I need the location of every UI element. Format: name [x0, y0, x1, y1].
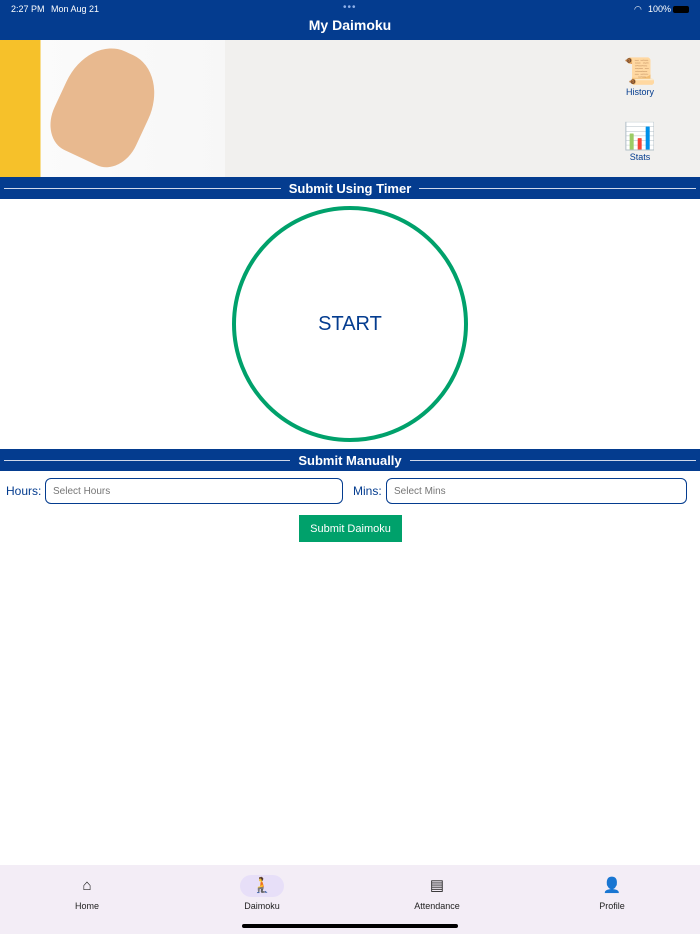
status-date: Mon Aug 21: [51, 4, 100, 14]
manual-section-title: Submit Manually: [298, 452, 402, 468]
history-scroll-icon: 📜: [623, 56, 657, 86]
home-indicator: [242, 924, 458, 928]
top-bar: 2:27 PM Mon Aug 21 ••• ◠ 100% My Daimoku: [0, 0, 700, 40]
person-icon: 👤: [602, 877, 622, 894]
nav-label: Home: [74, 901, 99, 911]
nav-label: Daimoku: [244, 901, 280, 911]
nav-label: Attendance: [414, 901, 460, 911]
timer-section-header: Submit Using Timer: [0, 177, 700, 199]
nav-home[interactable]: ⌂ Home: [37, 875, 137, 911]
status-time: 2:27 PM: [11, 4, 45, 14]
page-title: My Daimoku: [308, 17, 392, 33]
mins-input[interactable]: [386, 478, 687, 504]
stats-label: Stats: [629, 152, 651, 162]
history-button[interactable]: 📜 History: [615, 55, 665, 97]
nav-daimoku[interactable]: 🧎 Daimoku: [212, 875, 312, 911]
hours-input[interactable]: [45, 478, 343, 504]
multitask-dots-icon[interactable]: •••: [343, 2, 357, 13]
submit-daimoku-button[interactable]: Submit Daimoku: [299, 515, 402, 542]
start-timer-button[interactable]: START: [232, 206, 468, 442]
timer-section-title: Submit Using Timer: [288, 180, 412, 196]
battery-icon: [673, 6, 689, 13]
praying-hands-image: [0, 34, 225, 177]
mins-label: Mins:: [353, 484, 382, 498]
bar-chart-icon: 📊: [623, 121, 657, 151]
banner: 📜 History 📊 Stats: [0, 34, 700, 177]
wifi-icon: ◠: [634, 4, 642, 14]
clipboard-icon: ▤: [429, 877, 445, 894]
manual-section-header: Submit Manually: [0, 449, 700, 471]
nav-profile[interactable]: 👤 Profile: [562, 875, 662, 911]
home-icon: ⌂: [82, 877, 92, 894]
nav-attendance[interactable]: ▤ Attendance: [387, 875, 487, 911]
stats-button[interactable]: 📊 Stats: [615, 120, 665, 162]
hours-label: Hours:: [6, 484, 42, 498]
praying-icon: 🧎: [240, 875, 284, 897]
history-label: History: [625, 87, 654, 97]
nav-label: Profile: [599, 901, 625, 911]
battery-text: 100%: [648, 4, 672, 14]
